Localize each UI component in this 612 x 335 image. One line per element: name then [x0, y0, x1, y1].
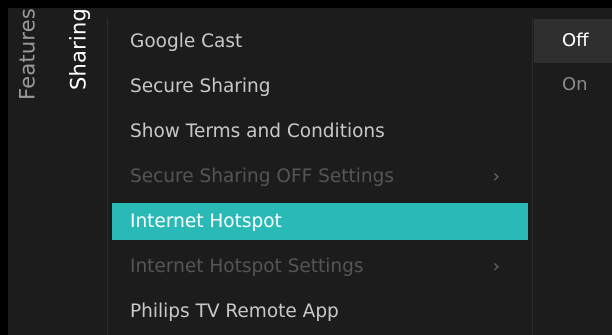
option-on[interactable]: On — [534, 63, 612, 107]
column-divider — [107, 18, 108, 335]
menu-item-secure-sharing-off-settings: Secure Sharing OFF Settings › — [112, 154, 528, 199]
chevron-right-icon: › — [492, 166, 500, 187]
column-divider — [532, 18, 533, 335]
menu-item-remote-app[interactable]: Philips TV Remote App — [112, 289, 528, 334]
settings-panel: Features Sharing Google Cast Secure Shar… — [8, 8, 612, 335]
breadcrumb-parent[interactable]: Features — [9, 8, 47, 148]
option-label: Off — [562, 30, 589, 51]
menu-item-internet-hotspot[interactable]: Internet Hotspot — [112, 203, 528, 240]
tv-settings-screen: Features Sharing Google Cast Secure Shar… — [0, 0, 612, 335]
breadcrumb-current[interactable]: Sharing — [60, 8, 98, 148]
option-off[interactable]: Off — [534, 19, 612, 63]
chevron-right-icon: › — [492, 256, 500, 277]
menu-item-internet-hotspot-settings: Internet Hotspot Settings › — [112, 244, 528, 289]
menu-item-label: Secure Sharing OFF Settings — [130, 166, 394, 187]
menu-item-label: Internet Hotspot — [130, 211, 282, 232]
menu-item-label: Show Terms and Conditions — [130, 121, 385, 142]
breadcrumb-parent-label: Features — [15, 8, 40, 100]
breadcrumb-current-label: Sharing — [66, 8, 91, 91]
option-label: On — [562, 74, 588, 95]
menu-item-label: Google Cast — [130, 31, 243, 52]
menu-item-show-terms[interactable]: Show Terms and Conditions — [112, 109, 528, 154]
menu-item-label: Philips TV Remote App — [130, 301, 339, 322]
menu-item-label: Secure Sharing — [130, 76, 271, 97]
sharing-menu: Google Cast Secure Sharing Show Terms an… — [112, 19, 528, 334]
menu-item-label: Internet Hotspot Settings — [130, 256, 364, 277]
menu-item-google-cast[interactable]: Google Cast — [112, 19, 528, 64]
option-list: Off On — [534, 19, 612, 107]
menu-item-secure-sharing[interactable]: Secure Sharing — [112, 64, 528, 109]
